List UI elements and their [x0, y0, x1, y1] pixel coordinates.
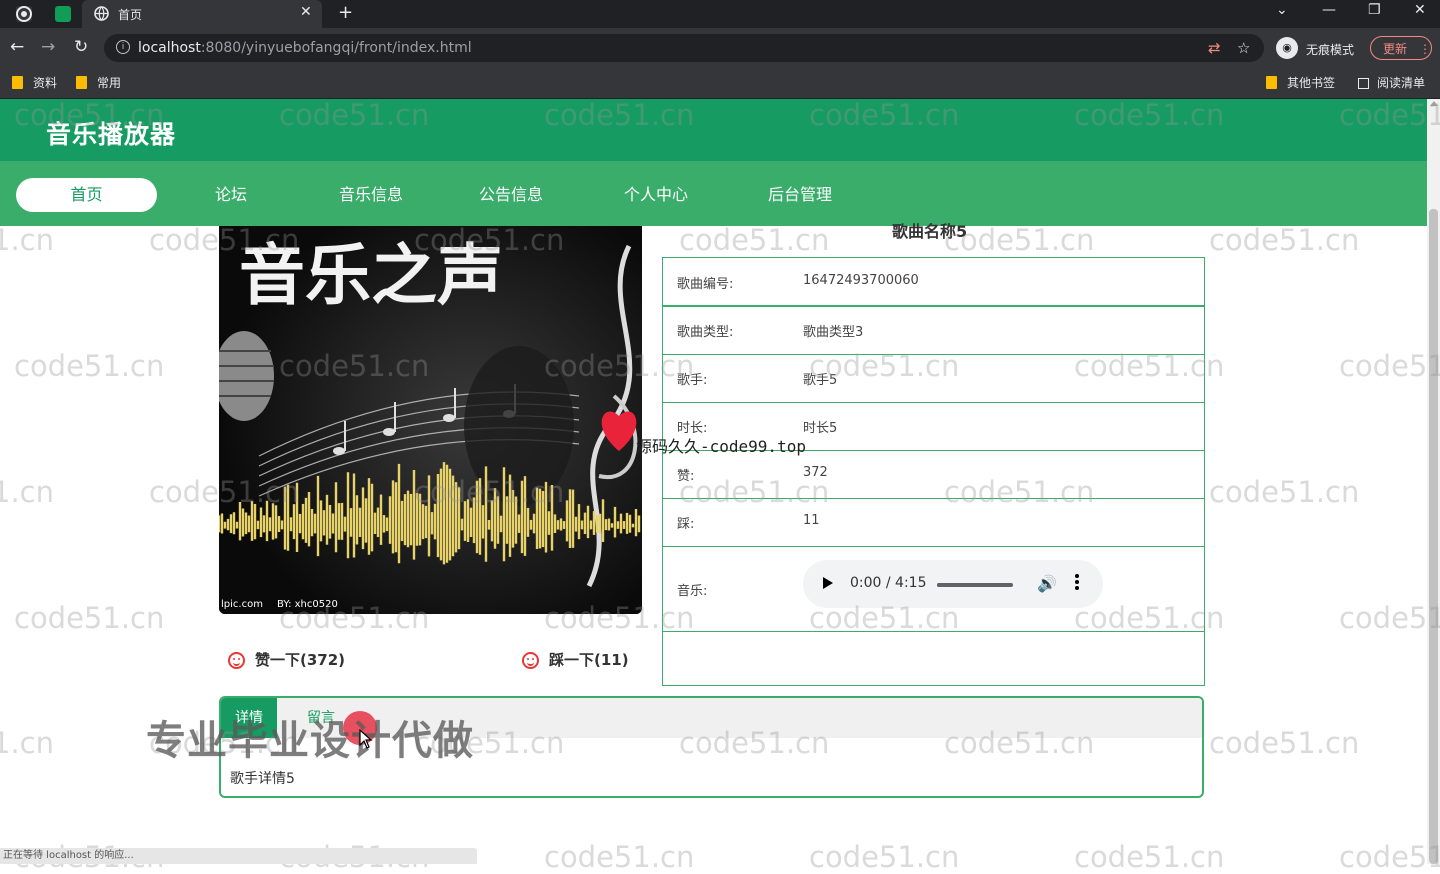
tab-close-icon[interactable]: ✕: [300, 4, 312, 20]
field-value: 11: [803, 513, 820, 528]
tab-search-icon[interactable]: ⌄: [1276, 2, 1288, 18]
field-value: 歌曲类型3: [803, 325, 864, 340]
nav-admin[interactable]: 后台管理: [755, 178, 845, 212]
table-row: 踩: 11: [662, 498, 1205, 547]
bookmark-folder-ziliao[interactable]: 资料: [12, 74, 57, 92]
reading-list-icon: [1358, 78, 1369, 89]
field-value: 时长5: [803, 421, 838, 436]
table-row: 歌曲类型: 歌曲类型3: [662, 306, 1205, 355]
bookmark-star-icon[interactable]: ☆: [1237, 39, 1250, 57]
audio-time: 0:00 / 4:15: [850, 575, 927, 591]
folder-icon: [12, 76, 23, 89]
volume-slider[interactable]: [937, 583, 1013, 587]
site-info-icon[interactable]: i: [116, 40, 130, 54]
field-label: 歌曲编号:: [677, 277, 734, 292]
profile-label: 无痕模式: [1306, 43, 1355, 57]
folder-icon: [76, 76, 87, 89]
table-row: 歌曲编号: 16472493700060: [662, 257, 1205, 306]
scroll-up-icon[interactable]: [1430, 101, 1438, 106]
scrollbar-thumb[interactable]: [1429, 209, 1438, 864]
dislike-label: 踩一下(11): [549, 651, 629, 669]
ad-watermark: 专业毕业设计代做: [146, 718, 474, 764]
album-title-text: 音乐之声: [239, 236, 503, 314]
audio-player[interactable]: 0:00 / 4:15 🔊: [803, 560, 1103, 608]
incognito-icon: ◉: [1276, 37, 1298, 59]
window-close-icon[interactable]: ✕: [1414, 2, 1426, 18]
pinned-tab-icon[interactable]: [55, 6, 71, 22]
field-value: 372: [803, 465, 828, 480]
reload-icon[interactable]: ↻: [74, 37, 88, 57]
globe-icon: [94, 6, 109, 25]
menu-dots-icon: ⋮: [1419, 42, 1431, 56]
table-row-music: 音乐: 0:00 / 4:15 🔊: [662, 546, 1205, 632]
field-label: 歌曲类型:: [677, 325, 734, 340]
album-caption-right: BY: xhc0520: [277, 599, 338, 610]
like-label: 赞一下(372): [255, 651, 346, 669]
translate-icon[interactable]: ⇄: [1208, 39, 1221, 57]
field-value: 16472493700060: [803, 273, 919, 288]
album-cover-image: 音乐之声 lpic.com BY: xhc0520: [219, 226, 642, 614]
dislike-button[interactable]: 踩一下(11): [522, 648, 629, 672]
table-row-empty: [662, 631, 1205, 686]
nav-announcements[interactable]: 公告信息: [466, 178, 556, 212]
tab-title: 首页: [118, 8, 143, 22]
detail-content: 歌手详情5: [230, 771, 295, 787]
browser-tab-strip: 首页 ✕ + ⌄ — ❐ ✕: [0, 0, 1440, 28]
bookmarks-bar: 资料 常用 其他书签 阅读清单: [0, 68, 1440, 99]
browser-toolbar: ← → ↻ i localhost:8080/yinyuebofangqi/fr…: [0, 28, 1440, 68]
code99-watermark: 源码久久-code99.top: [636, 437, 806, 456]
folder-icon: [1266, 76, 1277, 89]
smile-icon: [228, 652, 245, 669]
update-button[interactable]: 更新 ⋮: [1370, 36, 1432, 60]
reading-list[interactable]: 阅读清单: [1358, 74, 1425, 92]
url-text[interactable]: localhost:8080/yinyuebofangqi/front/inde…: [138, 40, 472, 56]
field-value: 歌手5: [803, 373, 838, 388]
field-label: 踩:: [677, 517, 695, 532]
mouse-cursor-icon: [359, 728, 373, 753]
back-icon[interactable]: ←: [10, 37, 24, 57]
site-title: 音乐播放器: [46, 120, 177, 149]
nav-forum[interactable]: 论坛: [196, 178, 266, 212]
more-options-icon[interactable]: [1075, 574, 1079, 590]
song-name: 歌曲名称5: [892, 222, 968, 241]
bookmark-folder-other[interactable]: 其他书签: [1266, 74, 1335, 92]
nav-home[interactable]: 首页: [16, 178, 157, 212]
restore-icon[interactable]: ❐: [1368, 2, 1381, 18]
forward-icon[interactable]: →: [41, 37, 55, 57]
site-header: 音乐播放器: [0, 99, 1427, 161]
like-button[interactable]: 赞一下(372): [228, 648, 345, 672]
field-label: 音乐:: [677, 584, 708, 599]
field-label: 赞:: [677, 469, 695, 484]
volume-icon[interactable]: 🔊: [1037, 574, 1057, 593]
nav-personal-center[interactable]: 个人中心: [611, 178, 701, 212]
table-row: 歌手: 歌手5: [662, 354, 1205, 403]
new-tab-icon[interactable]: +: [338, 2, 353, 23]
status-bar: 正在等待 localhost 的响应...: [0, 848, 477, 864]
browser-logo-icon: [16, 6, 32, 22]
update-label: 更新: [1383, 42, 1408, 56]
volume-slider-fill: [937, 583, 1002, 587]
bookmark-folder-changyong[interactable]: 常用: [76, 74, 121, 92]
table-row: 赞: 372: [662, 450, 1205, 499]
main-nav: 首页 论坛 音乐信息 公告信息 个人中心 后台管理: [0, 161, 1427, 226]
incognito-profile[interactable]: ◉ 无痕模式: [1276, 34, 1364, 62]
nav-music-info[interactable]: 音乐信息: [326, 178, 416, 212]
page-scrollbar[interactable]: [1427, 99, 1440, 864]
field-label: 歌手:: [677, 373, 708, 388]
play-icon[interactable]: [823, 577, 833, 589]
album-caption-left: lpic.com: [221, 599, 263, 610]
address-bar[interactable]: i localhost:8080/yinyuebofangqi/front/in…: [104, 34, 1264, 62]
smile-icon: [522, 652, 539, 669]
minimize-icon[interactable]: —: [1322, 2, 1336, 18]
